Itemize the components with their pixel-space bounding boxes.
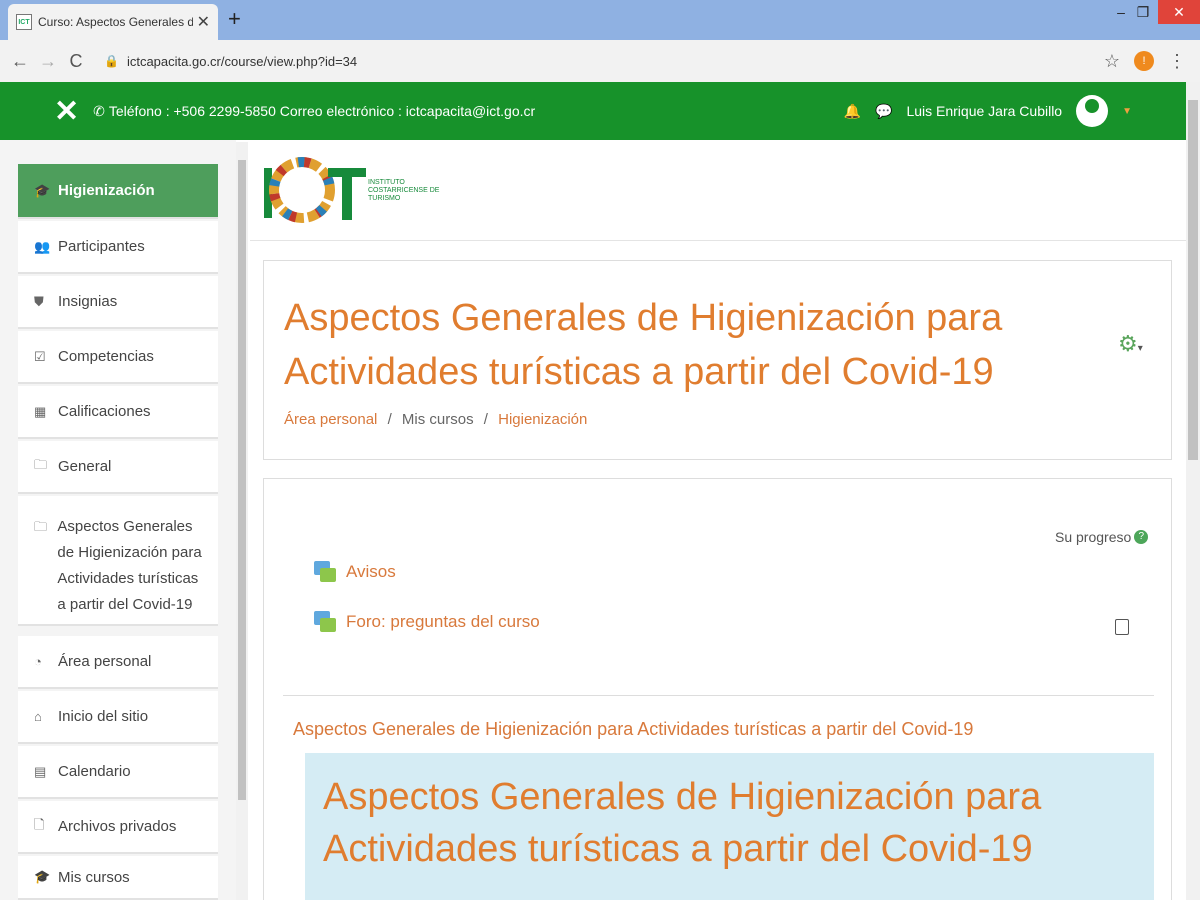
user-avatar[interactable]	[1076, 95, 1109, 127]
ict-logo-icon: INSTITUTO COSTARRICENSE DE TURISMO	[264, 157, 440, 223]
sidebar-item-higienizacion[interactable]: 🎓 Higienización	[18, 164, 218, 219]
section-divider	[283, 695, 1154, 696]
messages-icon[interactable]: 💬	[875, 103, 892, 120]
sidebar-scrollbar[interactable]	[236, 142, 248, 900]
sidebar-item-aspectos-generales[interactable]: 🗀 Aspectos Generales de Higienización pa…	[18, 496, 218, 626]
course-header: Aspectos Generales de Higienización para…	[263, 260, 1172, 460]
sidebar-item-label: Insignias	[58, 293, 118, 310]
sidebar-item-label: Calificaciones	[58, 403, 151, 420]
browser-tab[interactable]: ICT Curso: Aspectos Generales de Hi ✕	[8, 4, 218, 40]
shield-icon: ⛊	[34, 293, 44, 309]
sidebar-item-label: Higienización	[58, 182, 155, 199]
calendar-icon: ▤	[34, 763, 47, 779]
graduation-cap-icon: 🎓	[34, 182, 51, 198]
home-icon: ⌂	[34, 709, 42, 724]
sidebar-item-label: Área personal	[58, 653, 152, 670]
sidebar-item-label: Mis cursos	[58, 868, 130, 886]
dashboard-icon: ◔	[34, 654, 42, 669]
sidebar-item-area-personal[interactable]: ◔ Área personal	[18, 636, 218, 689]
browser-tabstrip: ICT Curso: Aspectos Generales de Hi ✕ + …	[0, 0, 1200, 40]
folder-icon: 🗀	[34, 456, 48, 472]
gear-icon[interactable]: ⚙▾	[1118, 331, 1143, 357]
sidebar-item-label: Calendario	[58, 763, 131, 780]
sidebar-item-calificaciones[interactable]: ▦ Calificaciones	[18, 386, 218, 439]
banner-title: Aspectos Generales de Higienización para…	[323, 776, 1042, 870]
close-window-button[interactable]: ✕	[1158, 0, 1200, 24]
profile-avatar[interactable]: !	[1134, 51, 1154, 71]
activity-link[interactable]: Foro: preguntas del curso	[346, 612, 540, 632]
sidebar-item-label: General	[58, 458, 112, 475]
lock-icon: 🔒	[104, 54, 119, 68]
url-field[interactable]: ictcapacita.go.cr/course/view.php?id=34	[127, 54, 1104, 69]
bookmark-star-icon[interactable]: ☆	[1104, 51, 1120, 72]
forum-icon	[314, 561, 336, 583]
sidebar-item-calendario[interactable]: ▤ Calendario	[18, 746, 218, 799]
sidebar-item-label: Archivos privados	[58, 818, 177, 835]
sidebar-item-participantes[interactable]: 👥 Participantes	[18, 221, 218, 274]
svg-text:INSTITUTO: INSTITUTO	[368, 179, 405, 186]
user-menu-caret-icon[interactable]: ▼	[1122, 106, 1132, 117]
reload-button[interactable]: C	[62, 51, 90, 72]
sidebar-item-label: Competencias	[58, 348, 154, 365]
back-button[interactable]: ←	[6, 51, 34, 72]
breadcrumb-higienizacion[interactable]: Higienización	[498, 411, 587, 428]
graduation-cap-icon: 🎓	[34, 869, 51, 884]
folder-icon: 🗀	[34, 519, 48, 534]
activity-foro[interactable]: Foro: preguntas del curso	[314, 611, 540, 633]
contact-text: Teléfono : +506 2299-5850 Correo electró…	[108, 103, 536, 119]
breadcrumb-area-personal[interactable]: Área personal	[284, 411, 377, 428]
sidebar-item-label: Participantes	[58, 238, 145, 255]
file-icon: 🗋	[34, 816, 45, 832]
svg-text:TURISMO: TURISMO	[368, 195, 401, 202]
new-tab-button[interactable]: +	[228, 6, 241, 32]
page-scrollbar[interactable]	[1186, 82, 1200, 900]
sidebar-item-competencias[interactable]: ☑ Competencias	[18, 331, 218, 384]
forum-icon	[314, 611, 336, 633]
forward-button[interactable]: →	[34, 51, 62, 72]
ict-favicon-icon: ICT	[16, 14, 32, 30]
sidebar-item-label: Aspectos Generales de Higienización para…	[57, 518, 202, 613]
phone-icon: ✆	[93, 102, 105, 119]
sidebar-item-general[interactable]: 🗀 General	[18, 441, 218, 494]
svg-text:COSTARRICENSE DE: COSTARRICENSE DE	[368, 187, 440, 194]
site-navbar: ✕ ✆ Teléfono : +506 2299-5850 Correo ele…	[0, 82, 1186, 140]
ict-logo[interactable]: INSTITUTO COSTARRICENSE DE TURISMO	[262, 150, 442, 230]
checkbox-icon: ☑	[34, 348, 46, 364]
activity-link[interactable]: Avisos	[346, 562, 396, 582]
sidebar-item-label: Inicio del sitio	[58, 708, 149, 725]
breadcrumb: Área personal / Mis cursos / Higienizaci…	[284, 411, 588, 428]
user-name[interactable]: Luis Enrique Jara Cubillo	[906, 103, 1062, 119]
completion-checkbox[interactable]	[1115, 619, 1129, 635]
sidebar-item-archivos[interactable]: 🗋 Archivos privados	[18, 801, 218, 854]
sidebar-item-mis-cursos[interactable]: 🎓 Mis cursos	[18, 856, 218, 900]
page-title: Aspectos Generales de Higienización para…	[284, 297, 1003, 393]
table-icon: ▦	[34, 403, 47, 419]
users-icon: 👥	[34, 238, 51, 254]
nav-drawer: 🎓 Higienización 👥 Participantes ⛊ Insign…	[0, 140, 236, 900]
course-content: Su progreso ? Avisos Foro: preguntas del…	[263, 478, 1172, 900]
restore-button[interactable]: ❐	[1128, 0, 1158, 24]
section-title[interactable]: Aspectos Generales de Higienización para…	[293, 719, 973, 740]
activity-avisos[interactable]: Avisos	[314, 561, 396, 583]
address-bar: ← → C 🔒 ictcapacita.go.cr/course/view.ph…	[0, 40, 1200, 82]
notification-bell-icon[interactable]: 🔔	[844, 103, 861, 120]
close-drawer-icon[interactable]: ✕	[54, 94, 79, 129]
contact-info: ✆ Teléfono : +506 2299-5850 Correo elect…	[93, 103, 535, 120]
progress-label: Su progreso ?	[1055, 529, 1149, 545]
breadcrumb-mis-cursos[interactable]: Mis cursos	[402, 411, 474, 428]
sidebar-item-insignias[interactable]: ⛊ Insignias	[18, 276, 218, 329]
tab-title: Curso: Aspectos Generales de Hi	[38, 15, 193, 29]
progress-text: Su progreso	[1055, 529, 1132, 545]
tab-close-icon[interactable]: ✕	[197, 12, 210, 32]
section-banner: Aspectos Generales de Higienización para…	[305, 753, 1154, 900]
browser-menu-icon[interactable]: ⋮	[1168, 51, 1186, 72]
header-divider	[250, 240, 1186, 241]
sidebar-item-inicio[interactable]: ⌂ Inicio del sitio	[18, 691, 218, 744]
help-icon[interactable]: ?	[1134, 530, 1149, 544]
